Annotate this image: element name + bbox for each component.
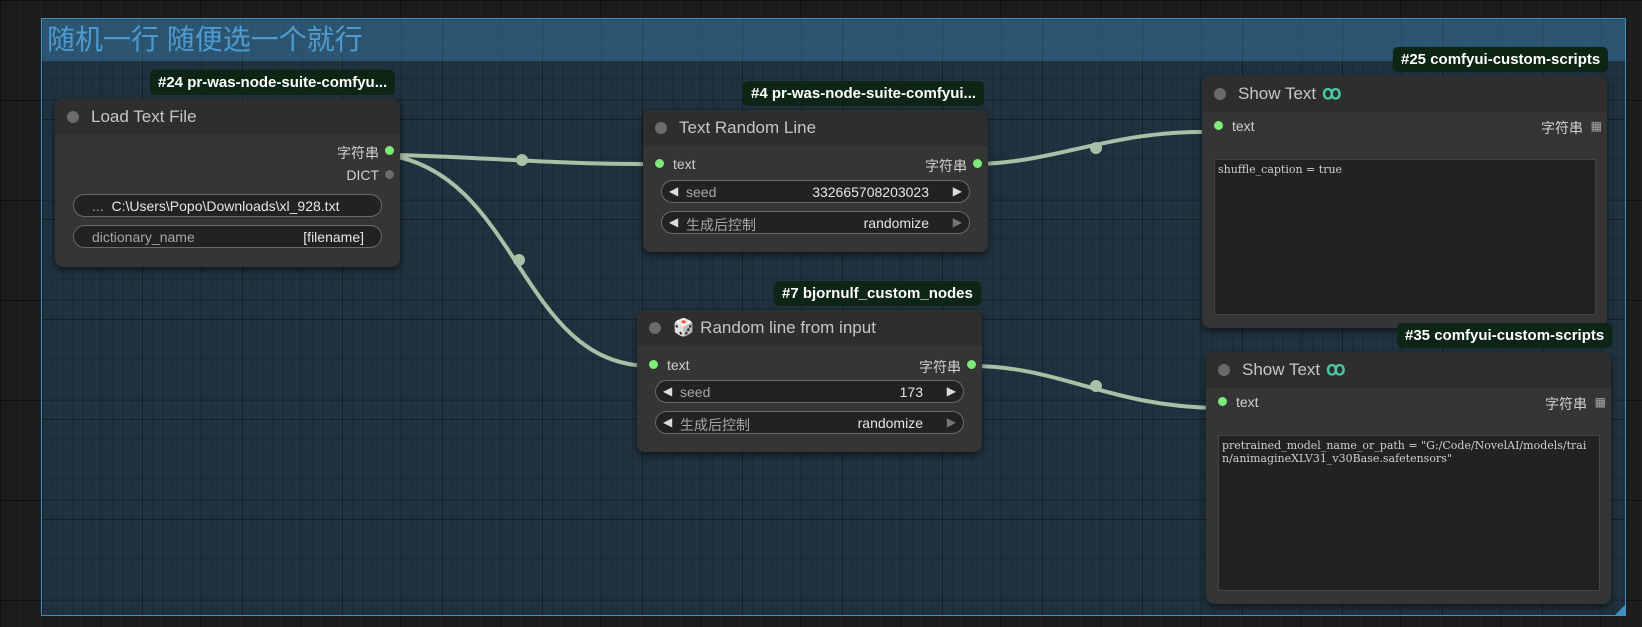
collapse-dot-icon[interactable] [655,122,667,134]
group-title[interactable]: 随机一行 随便选一个就行 [42,19,1625,61]
output-slot-string[interactable]: 字符串 [55,139,400,163]
widget-value: randomize [863,215,929,231]
input-label: text [667,357,690,373]
node-show-text-2[interactable]: Show Text ꝏ text 字符串 ▦ pretrained_model_n… [1206,352,1611,604]
input-label: text [673,156,696,172]
increment-arrow-icon[interactable]: ▶ [953,184,962,198]
output-dot-icon[interactable] [385,170,394,179]
node-title-bar[interactable]: Show Text ꝏ [1202,76,1607,112]
control-after-generate-widget[interactable]: ◀ 生成后控制 randomize ▶ [655,411,964,434]
node-title-bar[interactable]: Show Text ꝏ [1206,352,1611,388]
output-dot-icon[interactable] [973,159,982,168]
input-dot-icon[interactable] [655,159,664,168]
node-title: Show Text [1242,360,1321,379]
input-label: text [1232,118,1255,134]
collapse-dot-icon[interactable] [649,322,661,334]
node-title-bar[interactable]: Text Random Line [643,110,988,146]
dice-icon: 🎲 [673,318,695,337]
collapse-dot-icon[interactable] [67,111,79,123]
output-slot-dict[interactable]: DICT [55,163,400,187]
output-list-grid-icon[interactable]: ▦ [1595,395,1606,409]
widget-label: seed [686,184,717,200]
node-badge: #4 pr-was-node-suite-comfyui... [743,81,985,106]
file-path-widget[interactable]: ... C:\Users\Popo\Downloads\xl_928.txt [73,194,382,217]
decrement-arrow-icon[interactable]: ◀ [669,215,678,229]
text-output-area[interactable]: pretrained_model_name_or_path = "G:/Code… [1218,435,1600,591]
increment-arrow-icon[interactable]: ▶ [947,415,956,429]
output-label: 字符串 [919,359,961,375]
node-title-bar[interactable]: Load Text File [55,99,400,135]
widget-label: 生成后控制 [680,417,750,433]
node-title: Show Text [1238,84,1317,103]
node-show-text-1[interactable]: Show Text ꝏ text 字符串 ▦ shuffle_caption = … [1202,76,1607,328]
seed-widget[interactable]: ◀ seed 332665708203023 ▶ [661,180,970,203]
file-path-value: C:\Users\Popo\Downloads\xl_928.txt [111,198,340,214]
node-load-text-file[interactable]: Load Text File 字符串 DICT ... C:\Users\Pop… [55,99,400,267]
decrement-arrow-icon[interactable]: ◀ [669,184,678,198]
widget-value: 173 [899,384,923,400]
slot-row[interactable]: text 字符串 ▦ [1202,114,1607,138]
seed-widget[interactable]: ◀ seed 173 ▶ [655,380,964,403]
slot-row[interactable]: text 字符串 ▦ [1206,390,1611,414]
control-after-generate-widget[interactable]: ◀ 生成后控制 randomize ▶ [661,211,970,234]
node-random-line-from-input[interactable]: 🎲 Random line from input text 字符串 ◀ seed … [637,310,982,452]
output-label: 字符串 [1541,120,1583,136]
decrement-arrow-icon[interactable]: ◀ [663,384,672,398]
node-text-random-line[interactable]: Text Random Line text 字符串 ◀ seed 3326657… [643,110,988,252]
node-badge: #25 comfyui-custom-scripts [1393,47,1609,72]
node-title: Text Random Line [679,118,817,137]
output-dot-icon[interactable] [967,360,976,369]
node-title: Load Text File [91,107,197,126]
node-badge: #35 comfyui-custom-scripts [1397,323,1613,348]
widget-value: [filename] [303,229,364,245]
node-badge: #24 pr-was-node-suite-comfyu... [150,70,396,95]
slot-row[interactable]: text 字符串 [643,152,988,176]
output-label: DICT [346,167,379,183]
file-path-prefix: ... [92,198,104,214]
widget-label: 生成后控制 [686,217,756,233]
decrement-arrow-icon[interactable]: ◀ [663,415,672,429]
text-output-area[interactable]: shuffle_caption = true [1214,159,1596,315]
widget-value: randomize [857,415,923,431]
widget-label: seed [680,384,711,400]
node-badge: #7 bjornulf_custom_nodes [774,281,981,306]
group-resize-handle[interactable] [1615,605,1625,615]
python-snake-icon: ꝏ [1326,359,1346,380]
input-dot-icon[interactable] [1218,397,1227,406]
input-label: text [1236,394,1259,410]
slot-row[interactable]: text 字符串 [637,353,982,377]
dictionary-name-widget[interactable]: dictionary_name [filename] [73,225,382,248]
widget-label: dictionary_name [92,229,195,245]
input-dot-icon[interactable] [1214,121,1223,130]
node-title-bar[interactable]: 🎲 Random line from input [637,310,982,346]
output-label: 字符串 [337,145,379,161]
increment-arrow-icon[interactable]: ▶ [947,384,956,398]
output-list-grid-icon[interactable]: ▦ [1591,119,1602,133]
collapse-dot-icon[interactable] [1218,364,1230,376]
output-dot-icon[interactable] [385,146,394,155]
increment-arrow-icon[interactable]: ▶ [953,215,962,229]
output-label: 字符串 [925,158,967,174]
collapse-dot-icon[interactable] [1214,88,1226,100]
node-title: Random line from input [700,318,876,337]
output-label: 字符串 [1545,396,1587,412]
widget-value: 332665708203023 [812,184,929,200]
input-dot-icon[interactable] [649,360,658,369]
python-snake-icon: ꝏ [1322,83,1342,104]
